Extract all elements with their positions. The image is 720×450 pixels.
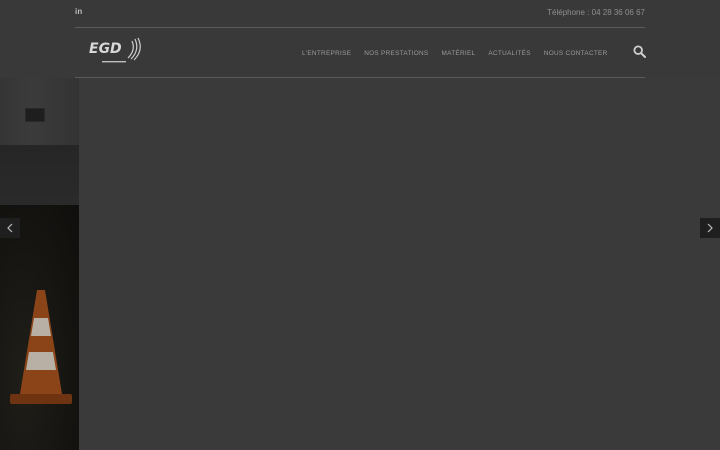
search-icon[interactable] [633, 45, 646, 58]
svg-text:EGD: EGD [89, 41, 122, 57]
nav-item-actualites[interactable]: ACTUALITÉS [488, 50, 530, 57]
phone-number: Téléphone : 04 28 36 06 67 [547, 8, 645, 17]
traffic-cone-image [10, 290, 72, 404]
hero-road [0, 145, 79, 205]
linkedin-icon[interactable]: in [75, 7, 83, 16]
top-divider [75, 27, 645, 28]
egd-logo[interactable]: EGD [88, 36, 144, 66]
nav-item-prestations[interactable]: NOS PRESTATIONS [364, 50, 428, 57]
hero-window [25, 108, 45, 122]
nav-item-contact[interactable]: NOUS CONTACTER [544, 50, 608, 57]
top-bar: in Téléphone : 04 28 36 06 67 [75, 0, 645, 27]
nav-item-entreprise[interactable]: L'ENTREPRISE [302, 50, 351, 57]
slider-next-button[interactable] [700, 218, 720, 238]
header-divider [75, 77, 645, 78]
slider-prev-button[interactable] [0, 218, 20, 238]
content-overlay [79, 78, 720, 450]
nav-item-materiel[interactable]: MATÉRIEL [442, 50, 476, 57]
chevron-left-icon [7, 223, 13, 233]
main-nav: L'ENTREPRISE NOS PRESTATIONS MATÉRIEL AC… [302, 46, 608, 60]
chevron-right-icon [707, 223, 713, 233]
